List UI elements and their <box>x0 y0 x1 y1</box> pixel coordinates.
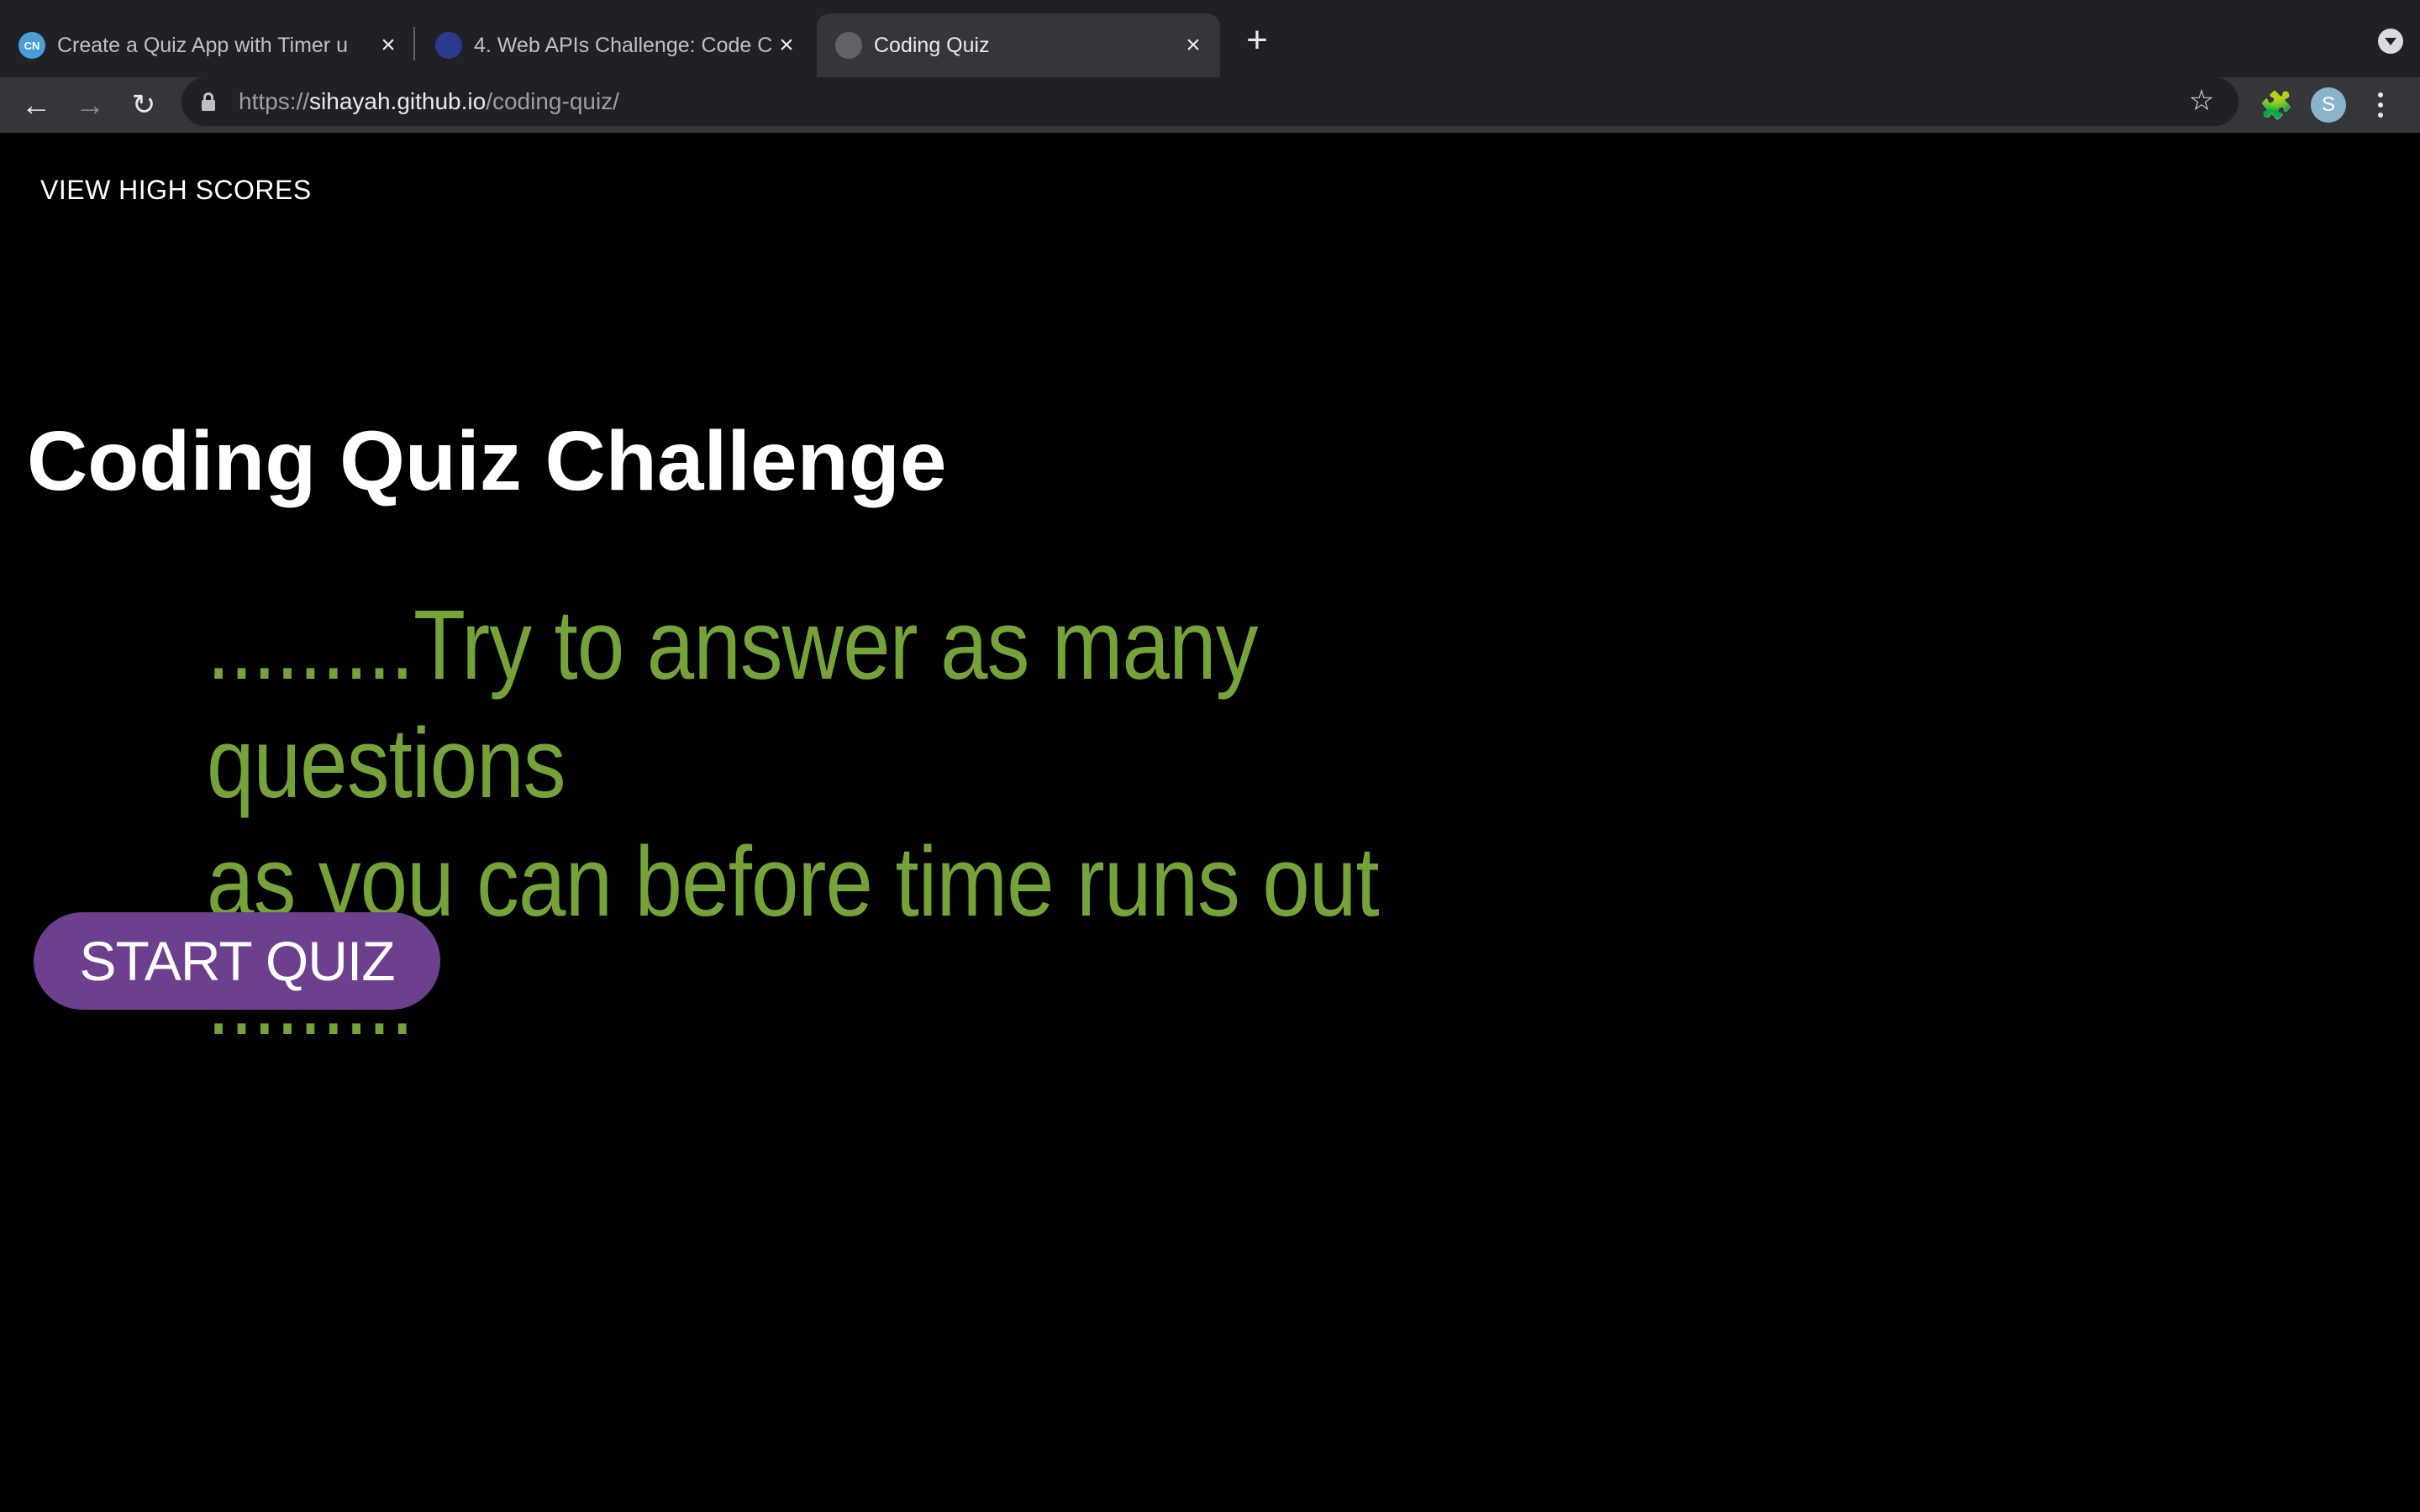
tab-coding-quiz[interactable]: Coding Quiz × <box>817 13 1220 77</box>
bookmark-star-icon[interactable]: ☆ <box>2186 85 2217 117</box>
url-host: sihayah.github.io <box>309 88 487 114</box>
reload-icon[interactable]: ↻ <box>124 86 163 124</box>
extensions-puzzle-icon[interactable]: 🧩 <box>2257 86 2296 124</box>
browser-chrome: CN Create a Quiz App with Timer u × 4. W… <box>0 0 2420 133</box>
close-tab-icon[interactable]: × <box>375 32 402 59</box>
lock-icon[interactable] <box>202 92 215 111</box>
browser-menu-icon[interactable] <box>2368 86 2393 124</box>
address-bar[interactable]: https://sihayah.github.io/coding-quiz/ ☆ <box>182 77 2238 126</box>
start-quiz-button[interactable]: START QUIZ <box>34 912 440 1010</box>
url-path: /coding-quiz/ <box>486 88 619 114</box>
page-title: Coding Quiz Challenge <box>27 414 947 508</box>
back-arrow-icon[interactable]: ← <box>17 86 55 124</box>
bootcamp-favicon-icon <box>435 32 462 59</box>
forward-arrow-icon[interactable]: → <box>71 86 109 124</box>
tab-quiz-app-tutorial[interactable]: CN Create a Quiz App with Timer u × <box>0 13 412 77</box>
globe-icon <box>835 32 862 59</box>
profile-avatar[interactable]: S <box>2311 87 2346 123</box>
close-tab-icon[interactable]: × <box>1180 32 1207 59</box>
url-scheme: https:// <box>239 88 310 114</box>
url-text[interactable]: https://sihayah.github.io/coding-quiz/ <box>239 77 619 126</box>
codingninjas-favicon-icon: CN <box>18 32 45 59</box>
tab-web-apis-challenge[interactable]: 4. Web APIs Challenge: Code C × <box>417 13 815 77</box>
tab-strip: CN Create a Quiz App with Timer u × 4. W… <box>0 0 2420 77</box>
tab-title: Coding Quiz <box>874 34 990 57</box>
browser-toolbar: ← → ↻ https://sihayah.github.io/coding-q… <box>0 77 2420 133</box>
intro-line-1: .........Try to answer as many questions <box>207 590 1258 819</box>
view-high-scores-link[interactable]: VIEW HIGH SCORES <box>40 175 312 206</box>
tab-search-icon[interactable] <box>2378 29 2403 54</box>
tab-title: 4. Web APIs Challenge: Code C <box>474 34 773 57</box>
close-tab-icon[interactable]: × <box>773 32 800 59</box>
tab-title: Create a Quiz App with Timer u <box>57 34 348 57</box>
new-tab-button[interactable]: + <box>1240 22 1274 59</box>
page-content: VIEW HIGH SCORES Coding Quiz Challenge .… <box>0 133 2420 1512</box>
tab-separator <box>413 27 415 60</box>
